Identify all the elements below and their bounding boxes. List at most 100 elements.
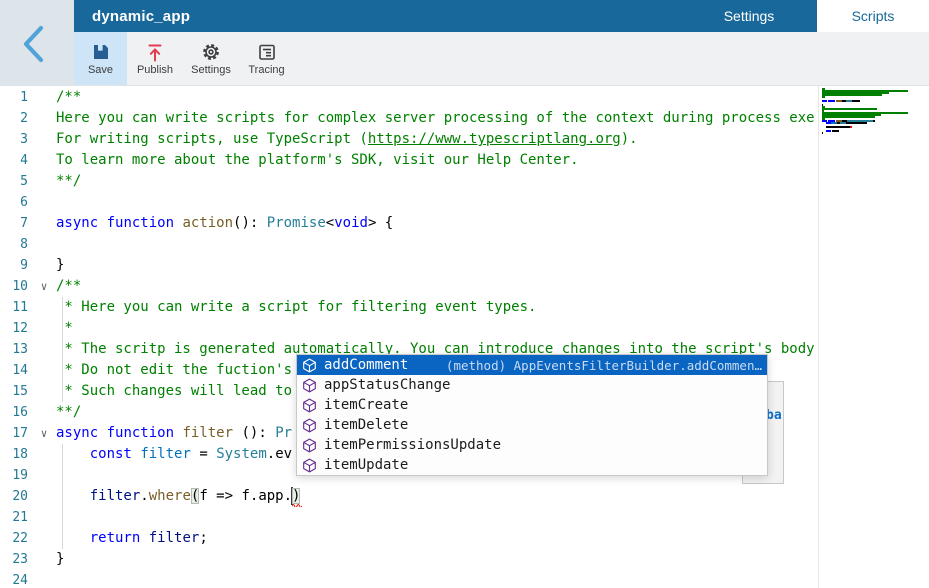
bracket-match-error: )	[292, 488, 300, 504]
suggest-item[interactable]: itemUpdate	[297, 455, 767, 475]
code-line[interactable]: * Do not edit the fuction's	[56, 360, 292, 381]
save-button-label: Save	[88, 64, 113, 76]
code-line[interactable]: /**	[56, 87, 81, 108]
code-line[interactable]: }	[56, 255, 64, 276]
code-token: async	[56, 425, 98, 441]
tracing-button[interactable]: Tracing	[239, 32, 294, 85]
app-root: dynamic_app Settings Scripts Save Publis…	[0, 0, 929, 588]
toolbar: Save Publish Settings	[74, 32, 929, 86]
fold-toggle-icon[interactable]: ∨	[36, 423, 52, 444]
minimap-segment	[852, 100, 860, 102]
code-token: * Do not edit the fuction's	[56, 362, 292, 378]
code-token: <	[326, 215, 334, 231]
line-number[interactable]: 8	[0, 234, 28, 255]
bracket-match-highlight: (	[191, 488, 199, 504]
minimap-segment	[822, 132, 823, 134]
suggest-item[interactable]: addComment(method) AppEventsFilterBuilde…	[297, 355, 767, 375]
sidebar	[0, 0, 74, 86]
line-number[interactable]: 12	[0, 318, 28, 339]
line-number[interactable]: 13	[0, 339, 28, 360]
code-editor[interactable]: 1 /** 2 Here you can write scripts for comp…	[0, 86, 818, 588]
code-line[interactable]: /**	[56, 276, 81, 297]
line-number[interactable]: 3	[0, 129, 28, 150]
code-line[interactable]: * Such changes will lead to	[56, 381, 292, 402]
line-number[interactable]: 14	[0, 360, 28, 381]
line-number[interactable]: 22	[0, 528, 28, 549]
editor-minimap-divider	[818, 86, 819, 588]
code-token: const	[90, 446, 132, 462]
minimap-error-marker	[850, 126, 853, 128]
line-number[interactable]: 16	[0, 402, 28, 423]
back-button[interactable]	[14, 21, 54, 67]
line-number[interactable]: 4	[0, 150, 28, 171]
code-line[interactable]: async function action(): Promise<void> {	[56, 213, 393, 234]
minimap-segment	[826, 126, 850, 128]
code-token: f => f.app.	[199, 488, 292, 504]
save-button[interactable]: Save	[74, 32, 127, 85]
suggest-item-label: addComment	[324, 357, 408, 373]
fold-toggle-icon[interactable]: ∨	[36, 276, 52, 297]
code-token: *	[56, 320, 73, 336]
line-number[interactable]: 15	[0, 381, 28, 402]
code-token: Promise	[267, 215, 326, 231]
code-line[interactable]: }	[56, 549, 64, 570]
minimap-segment	[822, 116, 875, 118]
code-token: }	[56, 257, 64, 273]
suggest-item-label: itemPermissionsUpdate	[324, 437, 501, 453]
line-number[interactable]: 2	[0, 108, 28, 129]
tab-settings[interactable]: Settings	[688, 0, 810, 32]
minimap-segment	[846, 100, 853, 102]
save-icon	[91, 42, 111, 62]
line-number[interactable]: 7	[0, 213, 28, 234]
code-token: filter	[182, 425, 233, 441]
code-line[interactable]: To learn more about the platform's SDK, …	[56, 150, 579, 171]
line-number[interactable]: 17	[0, 423, 28, 444]
code-token: filter	[140, 446, 191, 462]
code-line[interactable]: * Here you can write a script for filter…	[56, 297, 536, 318]
line-number[interactable]: 20	[0, 486, 28, 507]
suggest-item[interactable]: itemPermissionsUpdate	[297, 435, 767, 455]
code-token: * Such changes will lead to	[56, 383, 292, 399]
code-line[interactable]: For writing scripts, use TypeScript (htt…	[56, 129, 638, 150]
code-token: ():	[233, 215, 267, 231]
line-number[interactable]: 10	[0, 276, 28, 297]
settings-button[interactable]: Settings	[183, 32, 239, 85]
line-number[interactable]: 18	[0, 444, 28, 465]
back-chevron-icon	[14, 21, 54, 67]
minimap[interactable]	[822, 88, 929, 148]
line-number[interactable]: 6	[0, 192, 28, 213]
code-token: * Here you can write a script for filter…	[56, 299, 536, 315]
line-number[interactable]: 1	[0, 87, 28, 108]
suggest-item[interactable]: itemCreate	[297, 395, 767, 415]
publish-button[interactable]: Publish	[127, 32, 183, 85]
suggest-item-label: itemUpdate	[324, 457, 408, 473]
code-line[interactable]: filter.where(f => f.app.)	[56, 486, 300, 507]
code-line[interactable]: **/	[56, 171, 81, 192]
code-line[interactable]: return filter;	[56, 528, 208, 549]
line-number[interactable]: 11	[0, 297, 28, 318]
code-line[interactable]: async function filter (): Pr	[56, 423, 292, 444]
line-number[interactable]: 19	[0, 465, 28, 486]
tab-scripts[interactable]: Scripts	[817, 0, 929, 32]
code-line[interactable]: *	[56, 318, 73, 339]
code-line[interactable]: const filter = System.ev	[56, 444, 292, 465]
code-token: async	[56, 215, 98, 231]
line-number[interactable]: 21	[0, 507, 28, 528]
line-number[interactable]: 9	[0, 255, 28, 276]
docs-text-fragment: ba	[766, 408, 782, 423]
suggest-item[interactable]: appStatusChange	[297, 375, 767, 395]
line-number[interactable]: 5	[0, 171, 28, 192]
suggest-item[interactable]: itemDelete	[297, 415, 767, 435]
minimap-segment	[832, 130, 839, 132]
code-line[interactable]: **/	[56, 402, 81, 423]
publish-icon	[145, 42, 165, 62]
tracing-button-label: Tracing	[248, 64, 284, 76]
code-token: /**	[56, 278, 81, 294]
code-token: action	[182, 215, 233, 231]
line-number[interactable]: 23	[0, 549, 28, 570]
line-number[interactable]: 24	[0, 570, 28, 588]
code-token: Pr	[275, 425, 292, 441]
publish-button-label: Publish	[137, 64, 173, 76]
method-icon	[302, 418, 317, 433]
code-line[interactable]: Here you can write scripts for complex s…	[56, 108, 815, 129]
